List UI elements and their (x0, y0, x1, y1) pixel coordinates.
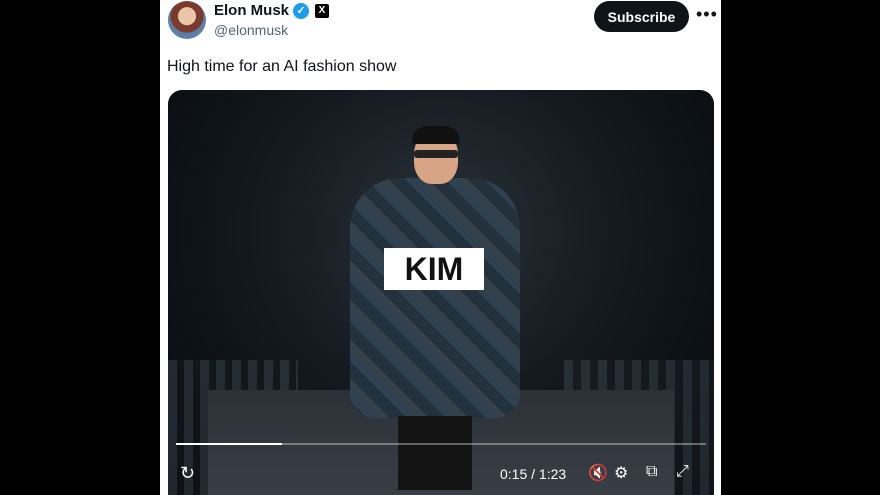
model-glasses (414, 150, 458, 158)
more-options-icon[interactable]: ••• (696, 4, 718, 25)
runway-model: KIM (350, 126, 520, 490)
tweet-card: Elon Musk ✓ X @elonmusk Subscribe ••• Hi… (160, 0, 721, 495)
model-hair (412, 126, 460, 144)
x-logo-icon: X (315, 3, 330, 18)
author-row: Elon Musk ✓ X (214, 2, 330, 19)
subscribe-button[interactable]: Subscribe (594, 1, 689, 32)
avatar[interactable] (168, 1, 206, 39)
current-time: 0:15 (500, 466, 528, 482)
verified-icon: ✓ (293, 2, 310, 19)
progress-fill (176, 443, 282, 445)
fullscreen-icon[interactable]: ⤢ (676, 463, 689, 481)
model-coat (350, 178, 520, 418)
settings-icon[interactable]: ⚙ (614, 463, 628, 483)
replay-icon[interactable]: ↻ (180, 463, 195, 484)
tweet-text: High time for an AI fashion show (167, 58, 397, 75)
progress-bar[interactable] (176, 443, 706, 445)
author-name[interactable]: Elon Musk (214, 2, 289, 19)
coat-print-text: KIM (384, 248, 484, 290)
duration: 1:23 (538, 466, 567, 482)
video-controls: ↻ 0:15 / 1:23 🔇 ⚙ ⧉ ⤢ (168, 460, 714, 490)
video-player[interactable]: KIM ↻ 0:15 / 1:23 🔇 ⚙ ⧉ ⤢ (168, 90, 714, 495)
mute-icon[interactable]: 🔇 (588, 463, 608, 483)
time-separator: / (527, 466, 539, 482)
author-handle[interactable]: @elonmusk (214, 22, 288, 38)
time-display: 0:15 / 1:23 (500, 466, 566, 482)
pip-icon[interactable]: ⧉ (646, 463, 657, 481)
